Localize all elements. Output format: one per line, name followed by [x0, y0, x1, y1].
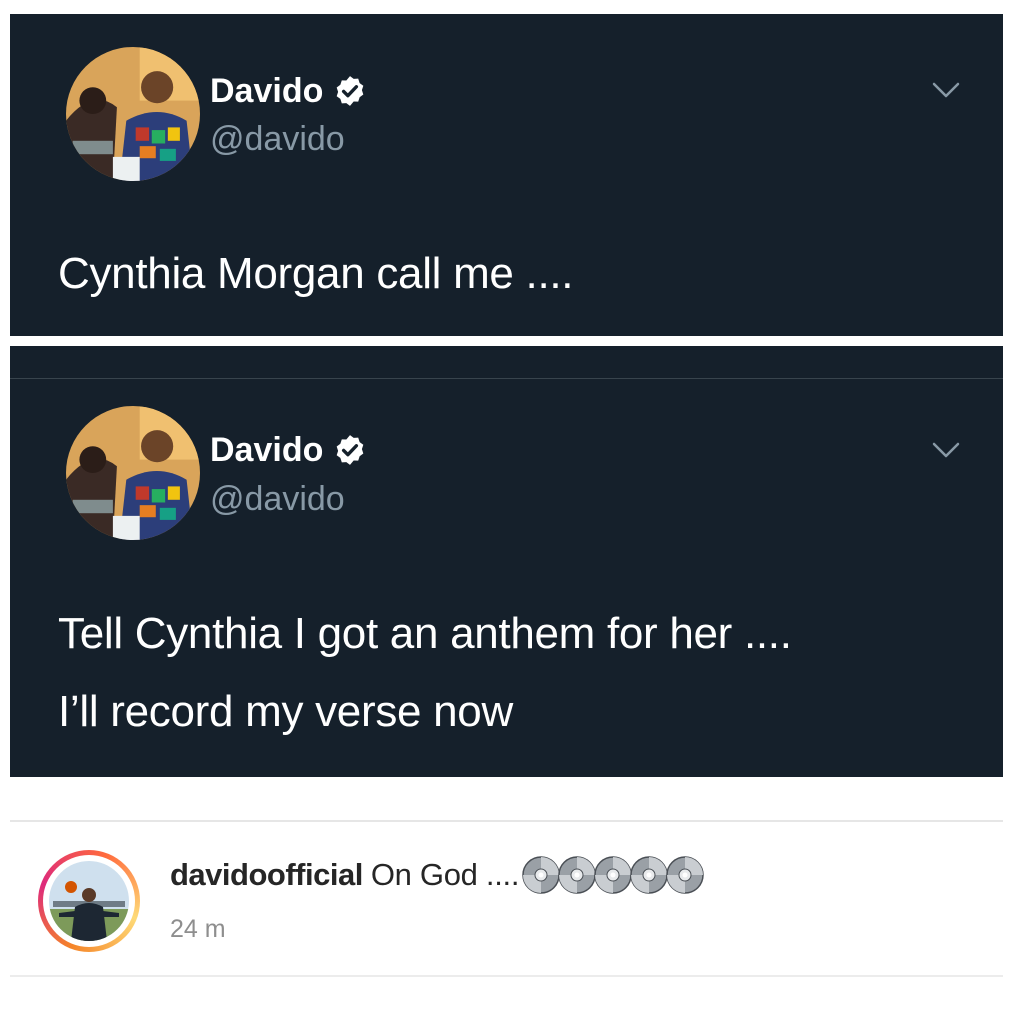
divider — [10, 820, 1003, 822]
divider — [10, 378, 1003, 379]
comment-text: On God .... — [370, 857, 520, 892]
cd-icon — [594, 856, 632, 894]
comment-timestamp: 24 m — [170, 915, 226, 943]
avatar[interactable] — [66, 47, 200, 181]
screenshot-collage: Davido @davido Cynthia Morgan call me ..… — [0, 0, 1013, 1024]
avatar-photo — [66, 47, 200, 181]
author-row: Davido — [210, 71, 367, 111]
avatar-photo — [49, 861, 129, 941]
verified-badge-icon — [337, 435, 364, 465]
chevron-down-icon[interactable] — [929, 78, 963, 102]
tweet-card[interactable]: Davido @davido Cynthia Morgan call me ..… — [10, 14, 1003, 336]
chevron-down-icon[interactable] — [929, 438, 963, 462]
comment-username[interactable]: davidoofficial — [170, 855, 363, 895]
avatar-photo — [66, 406, 200, 540]
comment-line: davidoofficial On God .... — [170, 855, 705, 895]
cd-icon — [666, 856, 704, 894]
cd-icon — [522, 856, 560, 894]
avatar-ring-gap — [43, 855, 135, 947]
tweet-text-line: Tell Cynthia I got an anthem for her ...… — [58, 609, 792, 658]
verified-badge-icon — [337, 76, 364, 106]
comment-emojis — [522, 855, 705, 895]
avatar[interactable] — [66, 406, 200, 540]
tweet-text-line: I’ll record my verse now — [58, 687, 513, 736]
story-ring-avatar[interactable] — [38, 850, 140, 952]
avatar — [49, 861, 129, 941]
handle[interactable]: @davido — [210, 119, 345, 159]
display-name[interactable]: Davido — [210, 430, 323, 470]
display-name[interactable]: Davido — [210, 71, 323, 111]
tweet-text: Tell Cynthia I got an anthem for her ...… — [58, 595, 963, 751]
tweet-card[interactable]: Davido @davido Tell Cynthia I got an ant… — [10, 346, 1003, 777]
cd-icon — [558, 856, 596, 894]
tweet-text: Cynthia Morgan call me .... — [58, 235, 963, 313]
tweet-text-line: Cynthia Morgan call me .... — [58, 249, 574, 298]
author-row: Davido — [210, 430, 367, 470]
handle[interactable]: @davido — [210, 479, 345, 519]
divider — [10, 975, 1003, 977]
cd-icon — [630, 856, 668, 894]
